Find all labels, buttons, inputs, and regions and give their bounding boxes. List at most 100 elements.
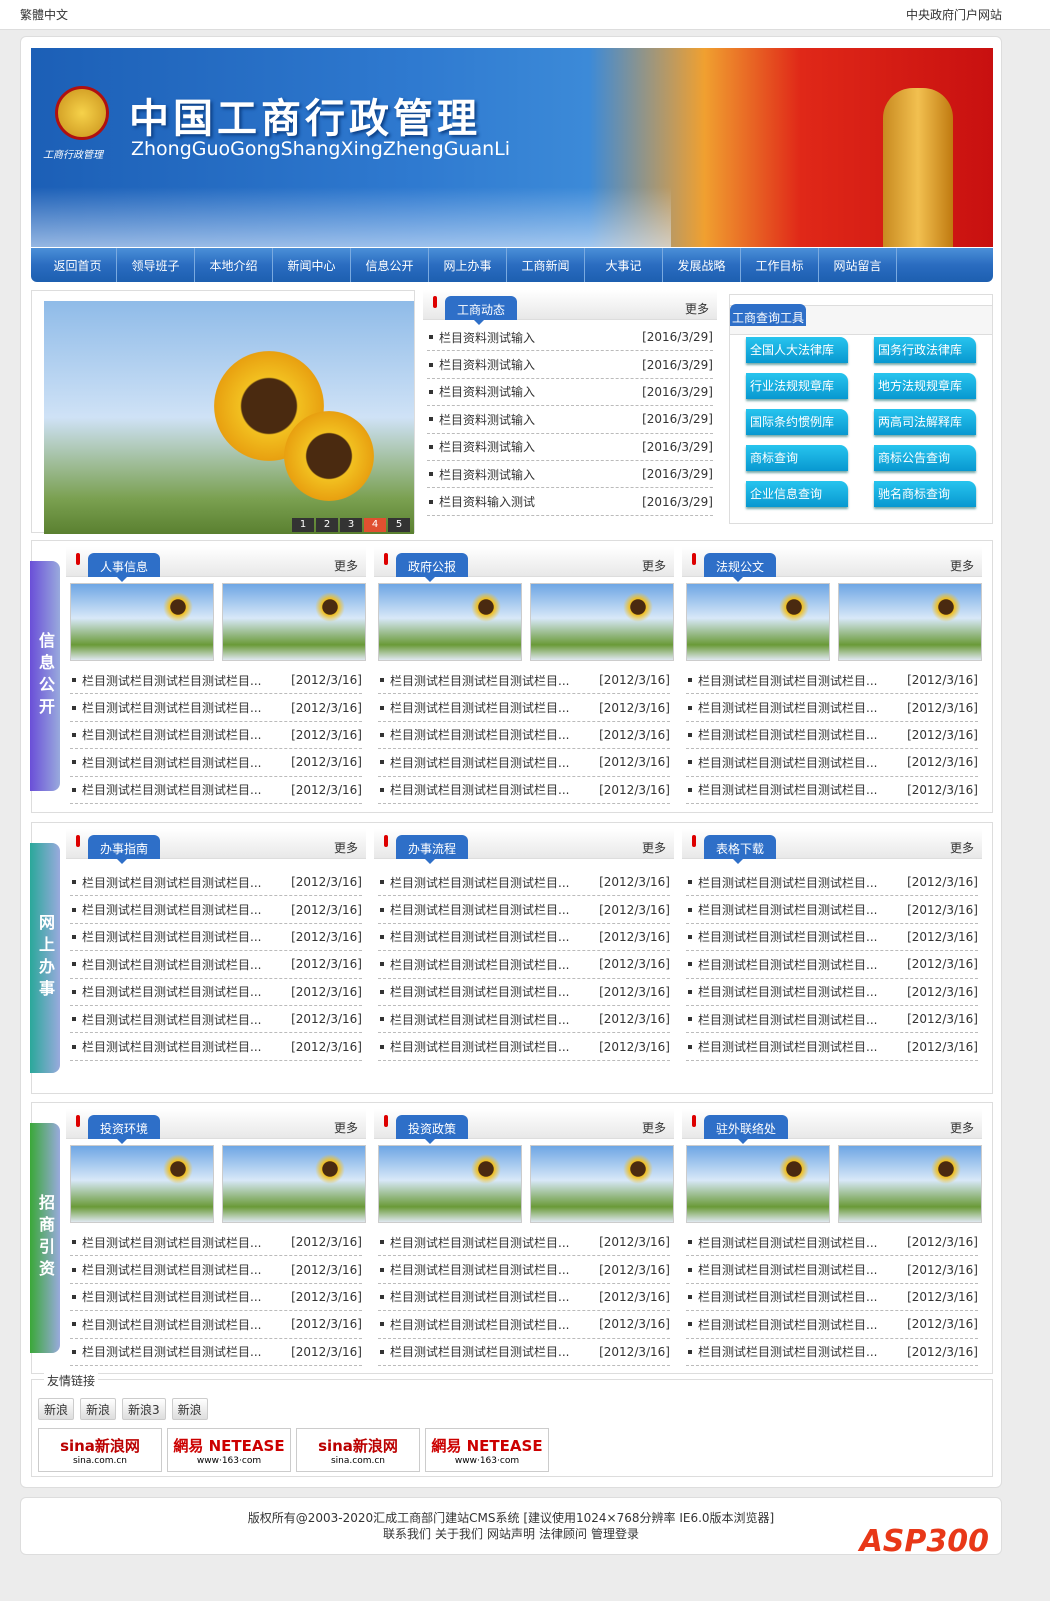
list-item[interactable]: 栏目测试栏目测试栏目测试栏目... [2012/3/16] xyxy=(686,896,978,924)
nav-item[interactable]: 新闻中心 xyxy=(273,248,351,282)
item-title[interactable]: 栏目测试栏目测试栏目测试栏目... xyxy=(686,1261,877,1278)
list-item[interactable]: 栏目测试栏目测试栏目测试栏目... [2012/3/16] xyxy=(686,1006,978,1034)
thumbnail-image[interactable] xyxy=(686,1145,830,1223)
item-title[interactable]: 栏目测试栏目测试栏目测试栏目... xyxy=(70,781,261,798)
item-title[interactable]: 栏目测试栏目测试栏目测试栏目... xyxy=(378,1011,569,1028)
list-item[interactable]: 栏目测试栏目测试栏目测试栏目... [2012/3/16] xyxy=(70,1033,362,1061)
item-title[interactable]: 栏目测试栏目测试栏目测试栏目... xyxy=(378,956,569,973)
item-title[interactable]: 栏目测试栏目测试栏目测试栏目... xyxy=(70,754,261,771)
item-title[interactable]: 栏目测试栏目测试栏目测试栏目... xyxy=(70,1234,261,1251)
nav-item[interactable]: 领导班子 xyxy=(117,248,195,282)
news-title[interactable]: 栏目资料测试输入 xyxy=(427,438,535,455)
item-title[interactable]: 栏目测试栏目测试栏目测试栏目... xyxy=(686,672,877,689)
list-item[interactable]: 栏目测试栏目测试栏目测试栏目... [2012/3/16] xyxy=(70,749,362,777)
thumbnail-image[interactable] xyxy=(222,583,366,661)
nav-item[interactable]: 网站留言 xyxy=(819,248,897,282)
list-item[interactable]: 栏目资料测试输入 [2016/3/29] xyxy=(427,351,713,379)
slider-page-3[interactable]: 3 xyxy=(340,518,362,532)
item-title[interactable]: 栏目测试栏目测试栏目测试栏目... xyxy=(378,1288,569,1305)
list-item[interactable]: 栏目测试栏目测试栏目测试栏目... [2012/3/16] xyxy=(686,667,978,695)
query-tool-button[interactable]: 商标查询 xyxy=(746,445,848,471)
query-tool-button[interactable]: 行业法规规章库 xyxy=(746,373,848,399)
slider-page-2[interactable]: 2 xyxy=(316,518,338,532)
column-tab[interactable]: 政府公报 xyxy=(396,553,469,582)
friend-link-button[interactable]: 新浪 xyxy=(38,1398,75,1420)
list-item[interactable]: 栏目测试栏目测试栏目测试栏目... [2012/3/16] xyxy=(70,1311,362,1339)
thumbnail-image[interactable] xyxy=(838,1145,982,1223)
list-item[interactable]: 栏目测试栏目测试栏目测试栏目... [2012/3/16] xyxy=(378,694,670,722)
more-link[interactable]: 更多 xyxy=(685,300,709,317)
list-item[interactable]: 栏目测试栏目测试栏目测试栏目... [2012/3/16] xyxy=(686,1284,978,1312)
item-title[interactable]: 栏目测试栏目测试栏目测试栏目... xyxy=(70,1316,261,1333)
list-item[interactable]: 栏目测试栏目测试栏目测试栏目... [2012/3/16] xyxy=(378,924,670,952)
item-title[interactable]: 栏目测试栏目测试栏目测试栏目... xyxy=(70,1011,261,1028)
thumbnail-image[interactable] xyxy=(378,583,522,661)
item-title[interactable]: 栏目测试栏目测试栏目测试栏目... xyxy=(686,726,877,743)
item-title[interactable]: 栏目测试栏目测试栏目测试栏目... xyxy=(378,726,569,743)
thumbnail-image[interactable] xyxy=(686,583,830,661)
nav-item[interactable]: 大事记 xyxy=(585,248,663,282)
traditional-chinese-link[interactable]: 繁體中文 xyxy=(20,6,68,23)
footer-link[interactable]: 关于我们 xyxy=(435,1527,483,1541)
list-item[interactable]: 栏目测试栏目测试栏目测试栏目... [2012/3/16] xyxy=(378,979,670,1006)
list-item[interactable]: 栏目测试栏目测试栏目测试栏目... [2012/3/16] xyxy=(686,1033,978,1061)
more-link[interactable]: 更多 xyxy=(334,839,358,856)
item-title[interactable]: 栏目测试栏目测试栏目测试栏目... xyxy=(686,1343,877,1360)
friend-link-button[interactable]: 新浪3 xyxy=(122,1398,166,1420)
item-title[interactable]: 栏目测试栏目测试栏目测试栏目... xyxy=(686,874,877,891)
item-title[interactable]: 栏目测试栏目测试栏目测试栏目... xyxy=(686,1011,877,1028)
list-item[interactable]: 栏目测试栏目测试栏目测试栏目... [2012/3/16] xyxy=(70,924,362,952)
item-title[interactable]: 栏目测试栏目测试栏目测试栏目... xyxy=(686,901,877,918)
item-title[interactable]: 栏目测试栏目测试栏目测试栏目... xyxy=(378,672,569,689)
list-item[interactable]: 栏目测试栏目测试栏目测试栏目... [2012/3/16] xyxy=(70,667,362,695)
thumbnail-image[interactable] xyxy=(70,583,214,661)
item-title[interactable]: 栏目测试栏目测试栏目测试栏目... xyxy=(378,901,569,918)
list-item[interactable]: 栏目测试栏目测试栏目测试栏目... [2012/3/16] xyxy=(378,869,670,897)
nav-item[interactable]: 工商新闻 xyxy=(507,248,585,282)
item-title[interactable]: 栏目测试栏目测试栏目测试栏目... xyxy=(378,928,569,945)
item-title[interactable]: 栏目测试栏目测试栏目测试栏目... xyxy=(378,874,569,891)
friend-link-button[interactable]: 新浪 xyxy=(80,1398,117,1420)
slider-image[interactable]: 12345 xyxy=(44,301,414,534)
item-title[interactable]: 栏目测试栏目测试栏目测试栏目... xyxy=(686,754,877,771)
list-item[interactable]: 栏目测试栏目测试栏目测试栏目... [2012/3/16] xyxy=(686,1339,978,1366)
item-title[interactable]: 栏目测试栏目测试栏目测试栏目... xyxy=(686,781,877,798)
thumbnail-image[interactable] xyxy=(838,583,982,661)
list-item[interactable]: 栏目资料测试输入 [2016/3/29] xyxy=(427,324,713,352)
query-tool-button[interactable]: 商标公告查询 xyxy=(874,445,976,471)
item-title[interactable]: 栏目测试栏目测试栏目测试栏目... xyxy=(378,754,569,771)
list-item[interactable]: 栏目测试栏目测试栏目测试栏目... [2012/3/16] xyxy=(686,722,978,750)
more-link[interactable]: 更多 xyxy=(642,557,666,574)
friend-logo-link[interactable]: 網易 NETEASE www·163·com xyxy=(425,1428,549,1472)
item-title[interactable]: 栏目测试栏目测试栏目测试栏目... xyxy=(378,781,569,798)
nav-item[interactable]: 本地介绍 xyxy=(195,248,273,282)
list-item[interactable]: 栏目资料测试输入 [2016/3/29] xyxy=(427,461,713,489)
thumbnail-image[interactable] xyxy=(222,1145,366,1223)
list-item[interactable]: 栏目测试栏目测试栏目测试栏目... [2012/3/16] xyxy=(70,1284,362,1312)
thumbnail-image[interactable] xyxy=(378,1145,522,1223)
list-item[interactable]: 栏目资料输入测试 [2016/3/29] xyxy=(427,488,713,516)
list-item[interactable]: 栏目测试栏目测试栏目测试栏目... [2012/3/16] xyxy=(686,749,978,777)
item-title[interactable]: 栏目测试栏目测试栏目测试栏目... xyxy=(70,983,261,1000)
item-title[interactable]: 栏目测试栏目测试栏目测试栏目... xyxy=(686,1288,877,1305)
item-title[interactable]: 栏目测试栏目测试栏目测试栏目... xyxy=(378,1038,569,1055)
more-link[interactable]: 更多 xyxy=(950,557,974,574)
list-item[interactable]: 栏目资料测试输入 [2016/3/29] xyxy=(427,434,713,461)
list-item[interactable]: 栏目测试栏目测试栏目测试栏目... [2012/3/16] xyxy=(378,749,670,777)
item-title[interactable]: 栏目测试栏目测试栏目测试栏目... xyxy=(70,726,261,743)
list-item[interactable]: 栏目测试栏目测试栏目测试栏目... [2012/3/16] xyxy=(70,1006,362,1034)
item-title[interactable]: 栏目测试栏目测试栏目测试栏目... xyxy=(378,1261,569,1278)
list-item[interactable]: 栏目测试栏目测试栏目测试栏目... [2012/3/16] xyxy=(70,869,362,897)
footer-link[interactable]: 管理登录 xyxy=(591,1527,639,1541)
item-title[interactable]: 栏目测试栏目测试栏目测试栏目... xyxy=(686,983,877,1000)
list-item[interactable]: 栏目测试栏目测试栏目测试栏目... [2012/3/16] xyxy=(686,777,978,804)
more-link[interactable]: 更多 xyxy=(950,839,974,856)
list-item[interactable]: 栏目测试栏目测试栏目测试栏目... [2012/3/16] xyxy=(686,869,978,897)
list-item[interactable]: 栏目测试栏目测试栏目测试栏目... [2012/3/16] xyxy=(378,667,670,695)
query-tool-button[interactable]: 驰名商标查询 xyxy=(874,481,976,507)
query-tool-button[interactable]: 企业信息查询 xyxy=(746,481,848,507)
column-tab[interactable]: 人事信息 xyxy=(88,553,161,582)
list-item[interactable]: 栏目测试栏目测试栏目测试栏目... [2012/3/16] xyxy=(686,951,978,979)
more-link[interactable]: 更多 xyxy=(950,1119,974,1136)
thumbnail-image[interactable] xyxy=(70,1145,214,1223)
